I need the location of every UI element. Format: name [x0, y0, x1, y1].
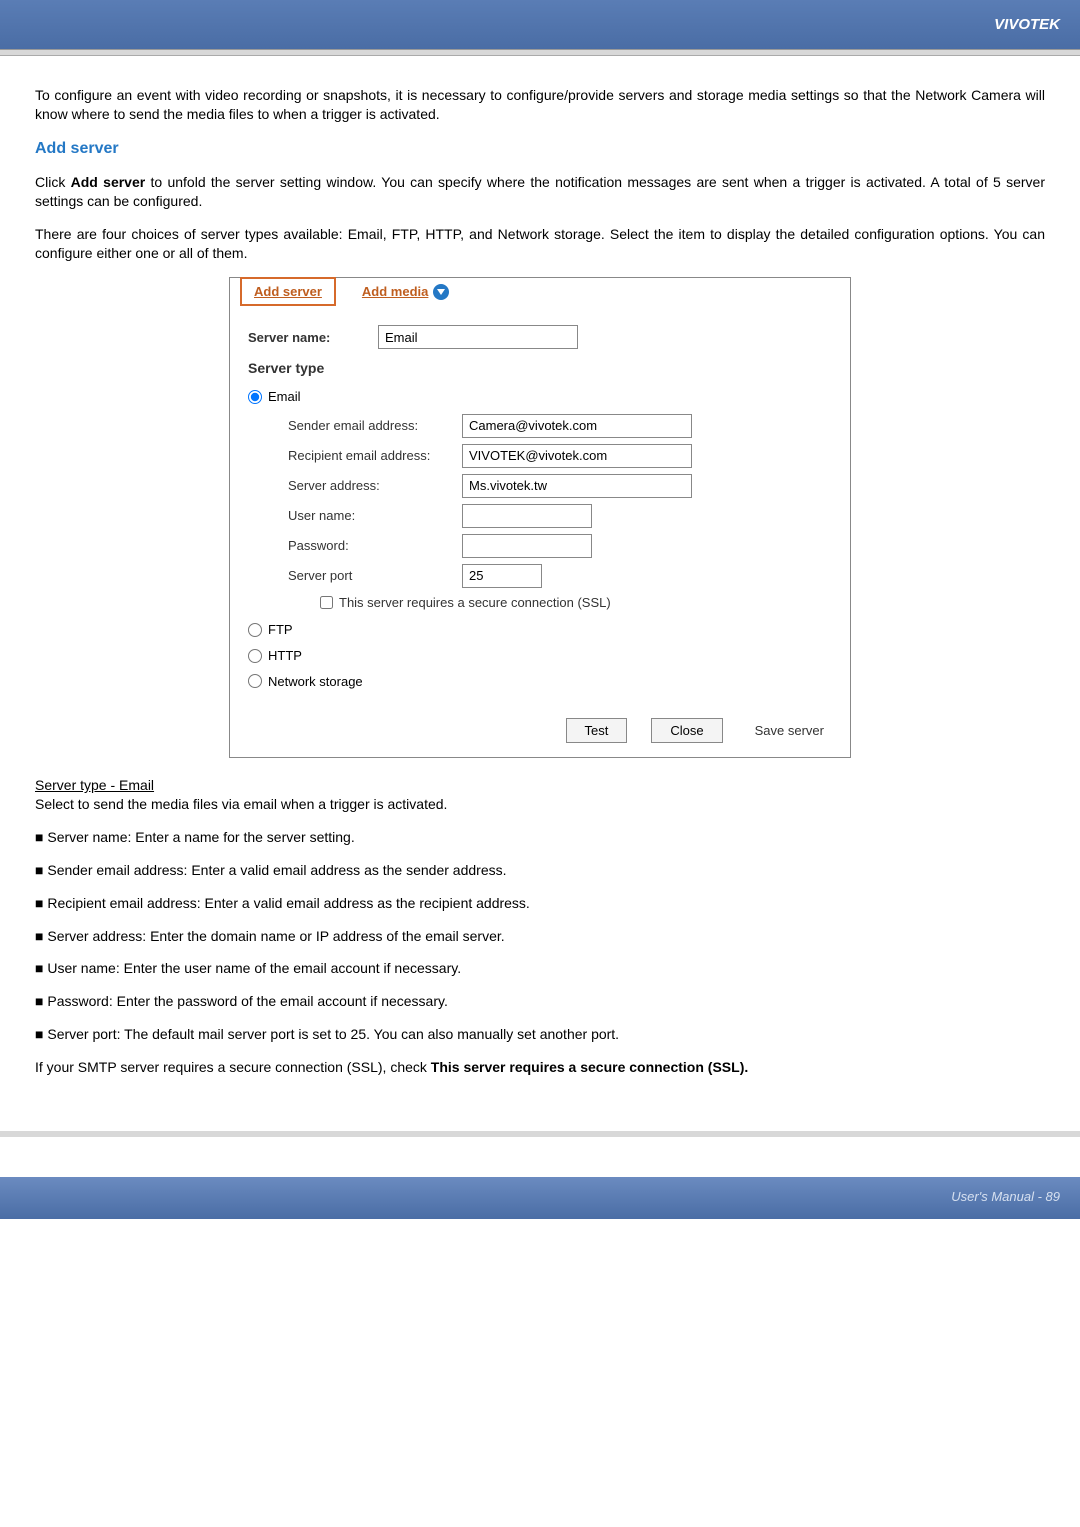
port-input[interactable] [462, 564, 542, 588]
list-item: Server name: Enter a name for the server… [35, 828, 1045, 847]
recipient-label: Recipient email address: [272, 447, 462, 465]
ssl-bold-text: This server requires a secure connection… [431, 1059, 748, 1075]
page-number: User's Manual - 89 [951, 1189, 1060, 1204]
radio-email-row[interactable]: Email [248, 388, 832, 406]
tab-add-media[interactable]: Add media [358, 277, 453, 307]
server-dialog: Add server Add media Server name: Server… [229, 277, 851, 758]
list-item: Sender email address: Enter a valid emai… [35, 861, 1045, 880]
radio-network[interactable] [248, 674, 262, 688]
server-type-label: Server type [248, 359, 832, 378]
server-name-label: Server name: [248, 329, 378, 347]
tab-add-media-label: Add media [362, 283, 428, 301]
email-fields: Sender email address: Recipient email ad… [272, 414, 832, 612]
server-name-input[interactable] [378, 325, 578, 349]
list-item: User name: Enter the user name of the em… [35, 959, 1045, 978]
footer-divider [0, 1131, 1080, 1137]
radio-network-label: Network storage [268, 673, 363, 691]
text-fragment: to unfold the server setting window. You… [35, 174, 1045, 209]
add-server-desc-2: There are four choices of server types a… [35, 225, 1045, 263]
field-descriptions: Server name: Enter a name for the server… [35, 828, 1045, 1044]
radio-email[interactable] [248, 390, 262, 404]
list-item: Recipient email address: Enter a valid e… [35, 894, 1045, 913]
radio-network-row[interactable]: Network storage [248, 673, 832, 691]
add-server-heading: Add server [35, 138, 1045, 160]
intro-paragraph: To configure an event with video recordi… [35, 86, 1045, 124]
chevron-down-icon [433, 284, 449, 300]
radio-ftp[interactable] [248, 623, 262, 637]
add-server-desc-1: Click Add server to unfold the server se… [35, 173, 1045, 211]
form-body: Server name: Server type Email Sender em… [230, 307, 850, 710]
close-button[interactable]: Close [651, 718, 722, 743]
email-desc-intro: Select to send the media files via email… [35, 795, 1045, 814]
footer-bar: User's Manual - 89 [0, 1177, 1080, 1219]
ssl-label: This server requires a secure connection… [339, 594, 611, 612]
tab-add-server[interactable]: Add server [240, 277, 336, 307]
add-server-bold: Add server [71, 174, 146, 190]
ssl-checkbox[interactable] [320, 596, 333, 609]
text-fragment: If your SMTP server requires a secure co… [35, 1059, 431, 1075]
radio-ftp-row[interactable]: FTP [248, 621, 832, 639]
server-type-email-header: Server type - Email [35, 776, 1045, 795]
radio-email-label: Email [268, 388, 301, 406]
recipient-input[interactable] [462, 444, 692, 468]
port-label: Server port [272, 567, 462, 585]
tabs-row: Add server Add media [230, 277, 850, 307]
dialog-buttons: Test Close Save server [230, 710, 850, 757]
radio-http[interactable] [248, 649, 262, 663]
list-item: Server port: The default mail server por… [35, 1025, 1045, 1044]
list-item: Password: Enter the password of the emai… [35, 992, 1045, 1011]
server-address-label: Server address: [272, 477, 462, 495]
brand-text: VIVOTEK [994, 16, 1060, 33]
save-server-button[interactable]: Save server [747, 719, 832, 742]
password-input[interactable] [462, 534, 592, 558]
server-type-email-label: Server type - Email [35, 777, 154, 793]
username-input[interactable] [462, 504, 592, 528]
server-address-input[interactable] [462, 474, 692, 498]
page-content: To configure an event with video recordi… [0, 56, 1080, 1131]
radio-http-row[interactable]: HTTP [248, 647, 832, 665]
ssl-row[interactable]: This server requires a secure connection… [320, 594, 832, 612]
sender-input[interactable] [462, 414, 692, 438]
header-bar: VIVOTEK [0, 0, 1080, 50]
sender-label: Sender email address: [272, 417, 462, 435]
ssl-note: If your SMTP server requires a secure co… [35, 1058, 1045, 1077]
password-label: Password: [272, 537, 462, 555]
radio-http-label: HTTP [268, 647, 302, 665]
test-button[interactable]: Test [566, 718, 628, 743]
text-fragment: Click [35, 174, 71, 190]
radio-ftp-label: FTP [268, 621, 293, 639]
server-name-row: Server name: [248, 325, 832, 349]
username-label: User name: [272, 507, 462, 525]
list-item: Server address: Enter the domain name or… [35, 927, 1045, 946]
